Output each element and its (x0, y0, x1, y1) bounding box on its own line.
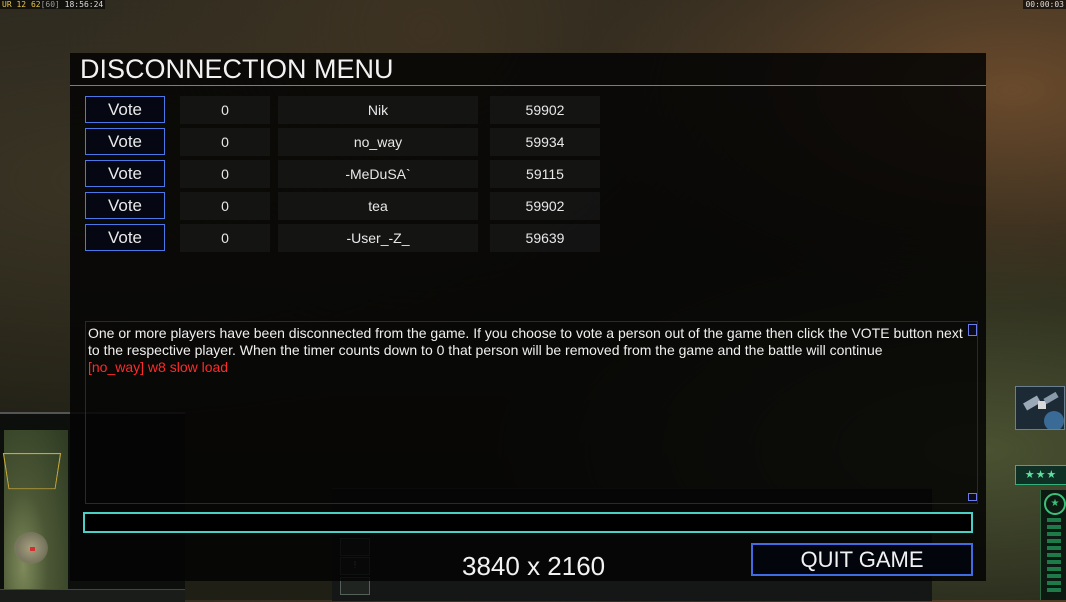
minimap-bottom-bar (0, 589, 185, 602)
vote-count: 0 (180, 224, 270, 252)
player-timer: 59902 (490, 96, 600, 124)
scroll-down-button[interactable] (968, 493, 977, 501)
power-segment (1047, 574, 1061, 578)
faction-emblem-icon: ★ (1044, 493, 1066, 515)
satellite-icon (1016, 387, 1064, 429)
vote-button[interactable]: Vote (85, 96, 165, 123)
title-divider (70, 85, 986, 86)
hud-fps-max: [60] (40, 0, 60, 9)
scroll-up-button[interactable] (968, 324, 977, 336)
player-timer: 59639 (490, 224, 600, 252)
power-segment (1047, 588, 1061, 592)
vote-count: 0 (180, 128, 270, 156)
chat-input[interactable] (83, 512, 973, 533)
player-name: no_way (278, 128, 478, 156)
vote-count: 0 (180, 192, 270, 220)
hud-ur-label: UR (2, 0, 12, 9)
quit-game-button[interactable]: QUIT GAME (751, 543, 973, 576)
minimap-unit-marker (30, 547, 35, 551)
power-segment (1047, 567, 1061, 571)
hud-fps: 62 (30, 0, 41, 9)
player-timer: 59934 (490, 128, 600, 156)
dialog-title: DISCONNECTION MENU (80, 54, 394, 84)
power-segment (1047, 532, 1061, 536)
power-segment (1047, 553, 1061, 557)
disconnection-info-text: One or more players have been disconnect… (88, 325, 963, 358)
hud-counter: 12 (16, 0, 27, 9)
power-segment (1047, 560, 1061, 564)
player-name: -MeDuSA` (278, 160, 478, 188)
player-name: Nik (278, 96, 478, 124)
vote-button[interactable]: Vote (85, 224, 165, 251)
vote-button[interactable]: Vote (85, 128, 165, 155)
power-meter: ★ (1040, 490, 1066, 600)
power-segment (1047, 546, 1061, 550)
player-timer: 59902 (490, 192, 600, 220)
vote-button[interactable]: Vote (85, 160, 165, 187)
resolution-overlay: 3840 x 2160 (462, 551, 606, 581)
vote-count: 0 (180, 160, 270, 188)
player-timer: 59115 (490, 160, 600, 188)
chat-message: [no_way] w8 slow load (88, 359, 229, 375)
power-segment (1047, 525, 1061, 529)
power-segment (1047, 581, 1061, 585)
rank-stars-badge: ★★★ (1015, 465, 1066, 485)
hud-stats: UR 12 62[60] 18:56:24 (0, 0, 106, 9)
disconnection-dialog: DISCONNECTION MENU Vote 0 Nik 59902 Vote… (70, 53, 986, 581)
vote-count: 0 (180, 96, 270, 124)
hud-clock: 18:56:24 (64, 0, 104, 9)
minimap-viewport-frame (2, 452, 62, 490)
power-segment (1047, 518, 1061, 522)
chat-log-content: One or more players have been disconnect… (88, 325, 966, 376)
player-name: -User_-Z_ (278, 224, 478, 252)
power-segment (1047, 539, 1061, 543)
game-timer: 00:00:03 (1023, 0, 1066, 9)
chat-log[interactable]: One or more players have been disconnect… (85, 321, 978, 504)
player-name: tea (278, 192, 478, 220)
satellite-power-button[interactable] (1015, 386, 1065, 430)
vote-button[interactable]: Vote (85, 192, 165, 219)
